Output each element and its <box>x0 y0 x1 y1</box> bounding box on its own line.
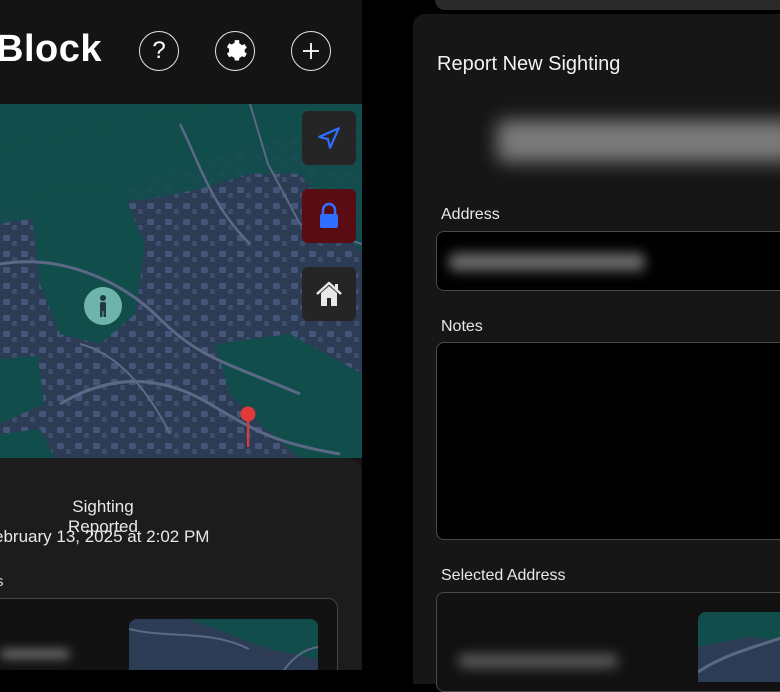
selected-map-thumbnail <box>698 612 780 682</box>
redacted-address <box>0 649 70 659</box>
location-arrow-icon <box>318 127 340 149</box>
notes-label: Notes <box>441 318 483 335</box>
home-button[interactable] <box>302 267 356 321</box>
map-thumbnail <box>129 619 318 670</box>
sighting-notes-label: s <box>0 573 4 590</box>
notes-field[interactable] <box>436 342 780 540</box>
locate-button[interactable] <box>302 111 356 165</box>
gear-icon <box>226 40 247 61</box>
question-mark-icon: ? <box>152 37 166 64</box>
lock-icon <box>320 202 338 228</box>
redacted-address-value <box>449 253 645 271</box>
selected-address-label: Selected Address <box>441 567 566 584</box>
red-pin-icon[interactable] <box>239 406 257 448</box>
app-title: Block <box>0 28 102 70</box>
form-title: Report New Sighting <box>437 53 621 75</box>
lock-button[interactable] <box>302 189 356 243</box>
help-button[interactable]: ? <box>139 31 179 71</box>
home-icon <box>316 281 342 306</box>
sighting-date: ebruary 13, 2025 at 2:02 PM <box>0 527 210 546</box>
person-marker-icon[interactable] <box>84 287 122 325</box>
redacted-heading <box>497 120 780 162</box>
add-button[interactable] <box>291 31 331 71</box>
redacted-selected-address <box>458 654 618 668</box>
settings-button[interactable] <box>215 31 255 71</box>
plus-icon <box>303 43 319 59</box>
map-view[interactable] <box>0 104 362 458</box>
background-sheet <box>435 0 780 10</box>
main-panel: Block ? Sighting Reported ebruary 13, 20… <box>0 0 362 670</box>
address-label: Address <box>441 206 500 223</box>
